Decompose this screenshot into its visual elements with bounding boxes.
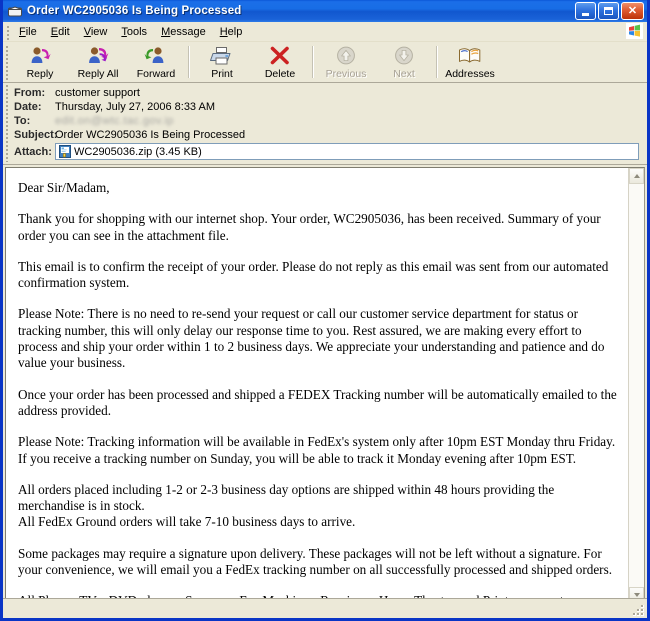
header-row-date: Date: Thursday, July 27, 2006 8:33 AM: [3, 100, 647, 113]
attachment-name: WC2905036.zip (3.45 KB): [74, 145, 202, 158]
toolbar-separator: [436, 46, 438, 78]
toolbar: Reply Reply All Forward Print Delete Pre…: [3, 42, 647, 83]
forward-icon: [144, 45, 168, 67]
reply-button-label: Reply: [26, 68, 54, 80]
zip-file-icon: [59, 145, 71, 158]
date-value: Thursday, July 27, 2006 8:33 AM: [55, 100, 215, 113]
print-button[interactable]: Print: [193, 42, 251, 82]
close-button[interactable]: ✕: [621, 2, 644, 20]
message-paragraph: Thank you for shopping with our internet…: [18, 211, 601, 243]
addresses-button-label: Addresses: [445, 68, 495, 80]
message-paragraph: All orders placed including 1-2 or 2-3 b…: [18, 481, 555, 530]
toolbar-drag-grip[interactable]: [4, 42, 11, 82]
envelope-icon: [7, 3, 23, 19]
previous-button-label: Previous: [325, 68, 367, 80]
scroll-down-icon: [633, 593, 640, 597]
reply-all-icon: [86, 45, 110, 67]
menu-bar: File Edit View Tools Message Help: [3, 22, 647, 42]
delete-button-label: Delete: [264, 68, 296, 80]
printer-icon: [210, 45, 234, 67]
windows-flag-icon: [626, 23, 643, 39]
date-label: Date:: [14, 100, 42, 113]
next-arrow-icon: [392, 45, 416, 67]
attach-label: Attach:: [14, 145, 52, 158]
scrollbar-track[interactable]: [629, 184, 644, 587]
scroll-up-icon: [633, 174, 640, 178]
toolbar-separator: [188, 46, 190, 78]
next-button[interactable]: Next: [375, 42, 433, 82]
previous-button[interactable]: Previous: [317, 42, 375, 82]
delete-x-icon: [268, 45, 292, 67]
menu-file[interactable]: File: [12, 24, 44, 40]
vertical-scrollbar[interactable]: [628, 168, 644, 603]
message-header-panel: From: customer support Date: Thursday, J…: [3, 83, 647, 165]
message-paragraph: Once your order has been processed and s…: [18, 386, 617, 418]
addresses-button[interactable]: Addresses: [441, 42, 499, 82]
message-paragraph: Please Note: Tracking information will b…: [18, 434, 616, 466]
message-body-text: Dear Sir/Madam, Thank you for shopping w…: [6, 168, 628, 603]
from-label: From:: [14, 86, 46, 99]
menu-drag-grip[interactable]: [4, 23, 12, 40]
reply-button[interactable]: Reply: [11, 42, 69, 82]
forward-button-label: Forward: [136, 68, 176, 80]
next-button-label: Next: [393, 68, 415, 80]
scroll-up-button[interactable]: [629, 168, 644, 184]
message-window: Order WC2905036 Is Being Processed ✕ Fil…: [0, 0, 650, 621]
menu-message[interactable]: Message: [154, 24, 213, 40]
subject-label: Subject:: [14, 128, 58, 141]
status-bar: [3, 598, 647, 618]
message-paragraph: This email is to confirm the receipt of …: [18, 258, 609, 291]
message-paragraph: Please Note: There is no need to re-send…: [18, 306, 605, 371]
forward-button[interactable]: Forward: [127, 42, 185, 82]
subject-value: Order WC2905036 Is Being Processed: [55, 128, 246, 141]
previous-arrow-icon: [334, 45, 358, 67]
header-row-subject: Subject: Order WC2905036 Is Being Proces…: [3, 128, 647, 141]
delete-button[interactable]: Delete: [251, 42, 309, 82]
address-book-icon: [457, 45, 483, 67]
resize-grip[interactable]: [633, 605, 645, 617]
from-value: customer support: [55, 86, 140, 99]
menu-tools[interactable]: Tools: [114, 24, 154, 40]
menu-edit[interactable]: Edit: [44, 24, 77, 40]
reply-all-button-label: Reply All: [77, 68, 119, 80]
message-paragraph: Dear Sir/Madam,: [18, 180, 110, 195]
menu-view[interactable]: View: [77, 24, 115, 40]
caption-button-group: ✕: [575, 2, 645, 20]
message-body-pane: Dear Sir/Madam, Thank you for shopping w…: [5, 167, 645, 604]
attachment-list[interactable]: WC2905036.zip (3.45 KB): [55, 143, 639, 160]
maximize-button[interactable]: [598, 2, 619, 20]
reply-icon: [28, 45, 52, 67]
reply-all-button[interactable]: Reply All: [69, 42, 127, 82]
toolbar-separator: [312, 46, 314, 78]
header-row-from: From: customer support: [3, 86, 647, 99]
title-bar[interactable]: Order WC2905036 Is Being Processed ✕: [3, 0, 647, 22]
menu-help[interactable]: Help: [213, 24, 250, 40]
minimize-button[interactable]: [575, 2, 596, 20]
header-row-attach: Attach: WC2905036.zip (3.45 KB): [3, 143, 647, 160]
message-paragraph: Some packages may require a signature up…: [18, 545, 612, 578]
window-title: Order WC2905036 Is Being Processed: [27, 5, 242, 17]
to-value-redacted: edit.on@wtc.tac.gov.ip: [55, 114, 174, 127]
header-row-to: To: edit.on@wtc.tac.gov.ip: [3, 114, 647, 127]
print-button-label: Print: [211, 68, 233, 80]
to-label: To:: [14, 114, 31, 127]
